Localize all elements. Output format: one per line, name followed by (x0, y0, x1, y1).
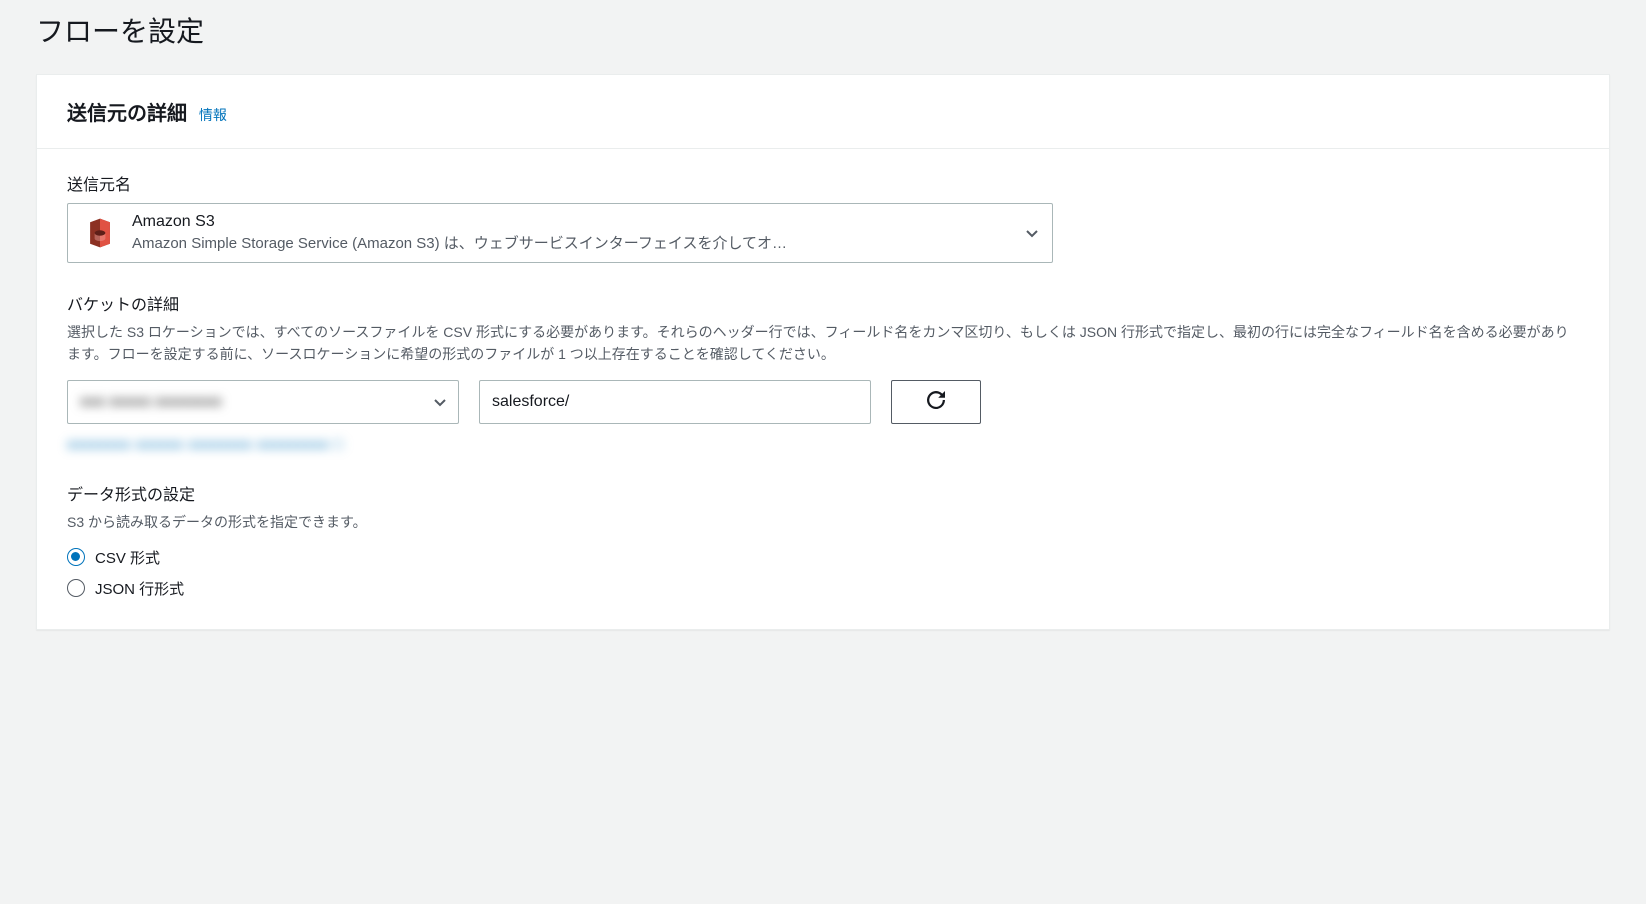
caret-down-icon (1026, 225, 1038, 241)
caret-down-icon (434, 394, 446, 410)
refresh-icon (927, 391, 945, 412)
data-format-label: データ形式の設定 (67, 481, 1579, 505)
panel-title: 送信元の詳細 (67, 103, 187, 125)
bucket-help-text: 選択した S3 ロケーションでは、すべてのソースファイルを CSV 形式にする必… (67, 321, 1579, 366)
refresh-button[interactable] (891, 380, 981, 424)
page-title: フローを設定 (36, 10, 1610, 50)
radio-json-label: JSON 行形式 (95, 578, 184, 599)
source-selected-desc: Amazon Simple Storage Service (Amazon S3… (132, 233, 1008, 254)
s3-icon (82, 215, 118, 251)
prefix-input[interactable] (479, 380, 871, 424)
bucket-selected-value: xxx xxxxx xxxxxxxx (80, 393, 222, 410)
data-format-help: S3 から読み取るデータの形式を指定できます。 (67, 511, 1579, 533)
radio-csv[interactable]: CSV 形式 (67, 547, 1579, 568)
source-select[interactable]: Amazon S3 Amazon Simple Storage Service … (67, 203, 1053, 263)
radio-icon (67, 548, 85, 566)
panel-header: 送信元の詳細 情報 (37, 75, 1609, 149)
source-selected-name: Amazon S3 (132, 212, 1008, 233)
radio-csv-label: CSV 形式 (95, 547, 160, 568)
bucket-select[interactable]: xxx xxxxx xxxxxxxx (67, 380, 459, 424)
radio-json[interactable]: JSON 行形式 (67, 578, 1579, 599)
source-details-panel: 送信元の詳細 情報 送信元名 Amazon S3 Amazon Simple S… (36, 74, 1610, 630)
bucket-details-label: バケットの詳細 (67, 291, 1579, 315)
source-name-label: 送信元名 (67, 171, 1579, 195)
radio-icon (67, 579, 85, 597)
bucket-browse-link[interactable]: xxxxxxxx xxxxxx xxxxxxxx xxxxxxxxx □ (67, 436, 1579, 453)
info-link[interactable]: 情報 (199, 107, 227, 123)
